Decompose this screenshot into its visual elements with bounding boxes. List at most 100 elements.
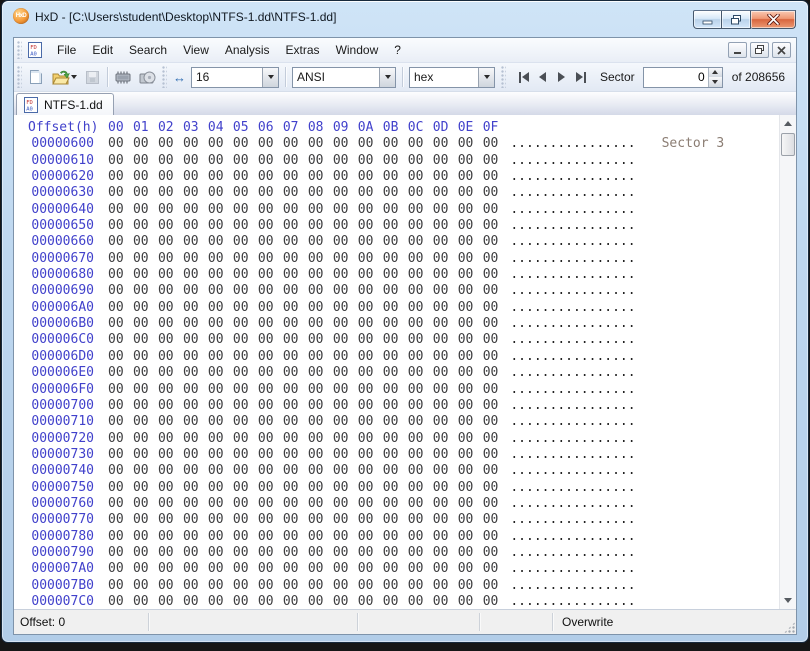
scrollbar-thumb[interactable] bbox=[781, 133, 795, 156]
hex-row[interactable]: 00000760 00 00 00 00 00 00 00 00 00 00 00… bbox=[14, 496, 796, 512]
hex-row[interactable]: 000006B0 00 00 00 00 00 00 00 00 00 00 00… bbox=[14, 316, 796, 332]
menu-view[interactable]: View bbox=[175, 40, 217, 60]
hex-row[interactable]: 00000690 00 00 00 00 00 00 00 00 00 00 00… bbox=[14, 283, 796, 299]
open-file-button[interactable] bbox=[48, 65, 80, 89]
sector-input[interactable] bbox=[643, 67, 708, 87]
scroll-up-button[interactable] bbox=[780, 115, 796, 132]
hex-row[interactable]: 000007C0 00 00 00 00 00 00 00 00 00 00 00… bbox=[14, 594, 796, 609]
row-offset: 00000750 bbox=[31, 479, 94, 495]
row-ascii: ................ bbox=[510, 185, 636, 201]
row-bytes: 00 00 00 00 00 00 00 00 00 00 00 00 00 0… bbox=[108, 267, 499, 283]
hex-row[interactable]: 00000650 00 00 00 00 00 00 00 00 00 00 00… bbox=[14, 218, 796, 234]
hex-row[interactable]: 00000630 00 00 00 00 00 00 00 00 00 00 00… bbox=[14, 185, 796, 201]
dropdown-button[interactable] bbox=[379, 67, 395, 87]
hex-row[interactable]: 00000780 00 00 00 00 00 00 00 00 00 00 00… bbox=[14, 529, 796, 545]
status-separator bbox=[479, 613, 480, 631]
menu-edit[interactable]: Edit bbox=[84, 40, 121, 60]
menu-window[interactable]: Window bbox=[328, 40, 387, 60]
resize-grip[interactable] bbox=[784, 622, 795, 633]
row-ascii: ................ bbox=[510, 152, 636, 168]
dropdown-button[interactable] bbox=[478, 67, 494, 87]
hex-row[interactable]: 00000610 00 00 00 00 00 00 00 00 00 00 00… bbox=[14, 153, 796, 169]
hex-row[interactable]: 000006F0 00 00 00 00 00 00 00 00 00 00 00… bbox=[14, 382, 796, 398]
row-offset: 00000600 bbox=[31, 136, 94, 152]
mdi-close-button[interactable] bbox=[772, 42, 791, 58]
next-sector-button[interactable] bbox=[552, 67, 571, 87]
toolbar-grip-2[interactable] bbox=[162, 66, 167, 88]
chevron-down-icon bbox=[267, 75, 274, 79]
menu-analysis[interactable]: Analysis bbox=[217, 40, 278, 60]
open-folder-icon bbox=[51, 70, 70, 85]
row-bytes: 00 00 00 00 00 00 00 00 00 00 00 00 00 0… bbox=[108, 414, 499, 430]
close-button[interactable] bbox=[751, 10, 796, 29]
hex-row[interactable]: 00000680 00 00 00 00 00 00 00 00 00 00 00… bbox=[14, 267, 796, 283]
save-button[interactable] bbox=[80, 65, 104, 89]
sector-total: of 208656 bbox=[731, 70, 786, 84]
row-offset: 00000710 bbox=[31, 414, 94, 430]
restore-button[interactable] bbox=[722, 10, 751, 29]
hex-row[interactable]: 00000700 00 00 00 00 00 00 00 00 00 00 00… bbox=[14, 398, 796, 414]
hex-row[interactable]: 00000790 00 00 00 00 00 00 00 00 00 00 00… bbox=[14, 545, 796, 561]
svg-text:A0: A0 bbox=[30, 52, 37, 58]
hex-row[interactable]: 000007B0 00 00 00 00 00 00 00 00 00 00 00… bbox=[14, 578, 796, 594]
dropdown-button[interactable] bbox=[262, 67, 278, 87]
row-ascii: ................ bbox=[510, 397, 636, 413]
toolbar-grip-1[interactable] bbox=[17, 66, 22, 88]
menu-extras[interactable]: Extras bbox=[278, 40, 328, 60]
row-bytes: 00 00 00 00 00 00 00 00 00 00 00 00 00 0… bbox=[108, 561, 499, 577]
hex-row[interactable]: 00000740 00 00 00 00 00 00 00 00 00 00 00… bbox=[14, 463, 796, 479]
spin-up-button[interactable] bbox=[708, 67, 722, 77]
hex-row[interactable]: 000006E0 00 00 00 00 00 00 00 00 00 00 00… bbox=[14, 365, 796, 381]
row-ascii: ................ bbox=[510, 365, 636, 381]
hex-row[interactable]: 000007A0 00 00 00 00 00 00 00 00 00 00 00… bbox=[14, 561, 796, 577]
offset-base-select[interactable]: hex bbox=[409, 66, 495, 88]
hex-row[interactable]: 00000710 00 00 00 00 00 00 00 00 00 00 00… bbox=[14, 414, 796, 430]
hex-row[interactable]: 00000620 00 00 00 00 00 00 00 00 00 00 00… bbox=[14, 169, 796, 185]
hex-row[interactable]: 000006A0 00 00 00 00 00 00 00 00 00 00 00… bbox=[14, 300, 796, 316]
minimize-button[interactable] bbox=[693, 10, 722, 29]
row-offset: 000006B0 bbox=[31, 316, 94, 332]
vertical-scrollbar[interactable] bbox=[779, 115, 796, 609]
save-disk-icon bbox=[85, 70, 99, 84]
row-ascii: ................ bbox=[510, 267, 636, 283]
hex-row[interactable]: 00000730 00 00 00 00 00 00 00 00 00 00 00… bbox=[14, 447, 796, 463]
open-disk-button[interactable] bbox=[135, 65, 159, 89]
hex-row[interactable]: 00000640 00 00 00 00 00 00 00 00 00 00 00… bbox=[14, 202, 796, 218]
last-sector-button[interactable] bbox=[571, 67, 590, 87]
first-sector-button[interactable] bbox=[514, 67, 533, 87]
menu-help[interactable]: ? bbox=[386, 40, 409, 60]
hex-row[interactable]: 00000750 00 00 00 00 00 00 00 00 00 00 00… bbox=[14, 480, 796, 496]
mdi-restore-button[interactable] bbox=[750, 42, 769, 58]
hex-row[interactable]: 00000600 00 00 00 00 00 00 00 00 00 00 00… bbox=[14, 136, 796, 152]
hex-editor-panel[interactable]: Offset(h) 00 01 02 03 04 05 06 07 08 09 0… bbox=[14, 115, 796, 609]
hex-row[interactable]: 00000770 00 00 00 00 00 00 00 00 00 00 00… bbox=[14, 512, 796, 528]
menu-search[interactable]: Search bbox=[121, 40, 175, 60]
open-dropdown-caret bbox=[70, 75, 77, 79]
document-icon: FD A0 bbox=[24, 96, 38, 113]
title-bar[interactable]: HxD HxD - [C:\Users\student\Desktop\NTFS… bbox=[2, 1, 808, 37]
spin-down-button[interactable] bbox=[708, 77, 722, 87]
hex-row[interactable]: 000006D0 00 00 00 00 00 00 00 00 00 00 00… bbox=[14, 349, 796, 365]
hex-row[interactable]: 000006C0 00 00 00 00 00 00 00 00 00 00 00… bbox=[14, 332, 796, 348]
row-offset: 00000780 bbox=[31, 528, 94, 544]
tab-ntfs-1-dd[interactable]: FD A0 NTFS-1.dd bbox=[16, 93, 114, 115]
previous-sector-button[interactable] bbox=[533, 67, 552, 87]
hex-row[interactable]: 00000720 00 00 00 00 00 00 00 00 00 00 00… bbox=[14, 431, 796, 447]
open-ram-button[interactable] bbox=[111, 65, 135, 89]
offset-base-value: hex bbox=[414, 70, 434, 84]
charset-select[interactable]: ANSI bbox=[292, 66, 396, 88]
scroll-down-button[interactable] bbox=[780, 592, 796, 609]
hex-row[interactable]: 00000670 00 00 00 00 00 00 00 00 00 00 00… bbox=[14, 251, 796, 267]
mdi-minimize-button[interactable] bbox=[728, 42, 747, 58]
row-ascii: ................ bbox=[510, 512, 636, 528]
menu-file[interactable]: File bbox=[49, 40, 84, 60]
bytes-per-row-select[interactable]: 16 bbox=[191, 66, 279, 88]
toolbar-grip-3[interactable] bbox=[501, 66, 506, 88]
menubar-grip[interactable] bbox=[17, 41, 22, 59]
new-file-button[interactable] bbox=[24, 65, 48, 89]
hex-row[interactable]: 00000660 00 00 00 00 00 00 00 00 00 00 00… bbox=[14, 234, 796, 250]
chevron-down-icon bbox=[384, 75, 391, 79]
toolbar: ↔ 16 ANSI hex Sector 0 of 208656 bbox=[14, 63, 796, 92]
row-bytes: 00 00 00 00 00 00 00 00 00 00 00 00 00 0… bbox=[108, 495, 499, 511]
row-ascii: ................ bbox=[510, 316, 636, 332]
